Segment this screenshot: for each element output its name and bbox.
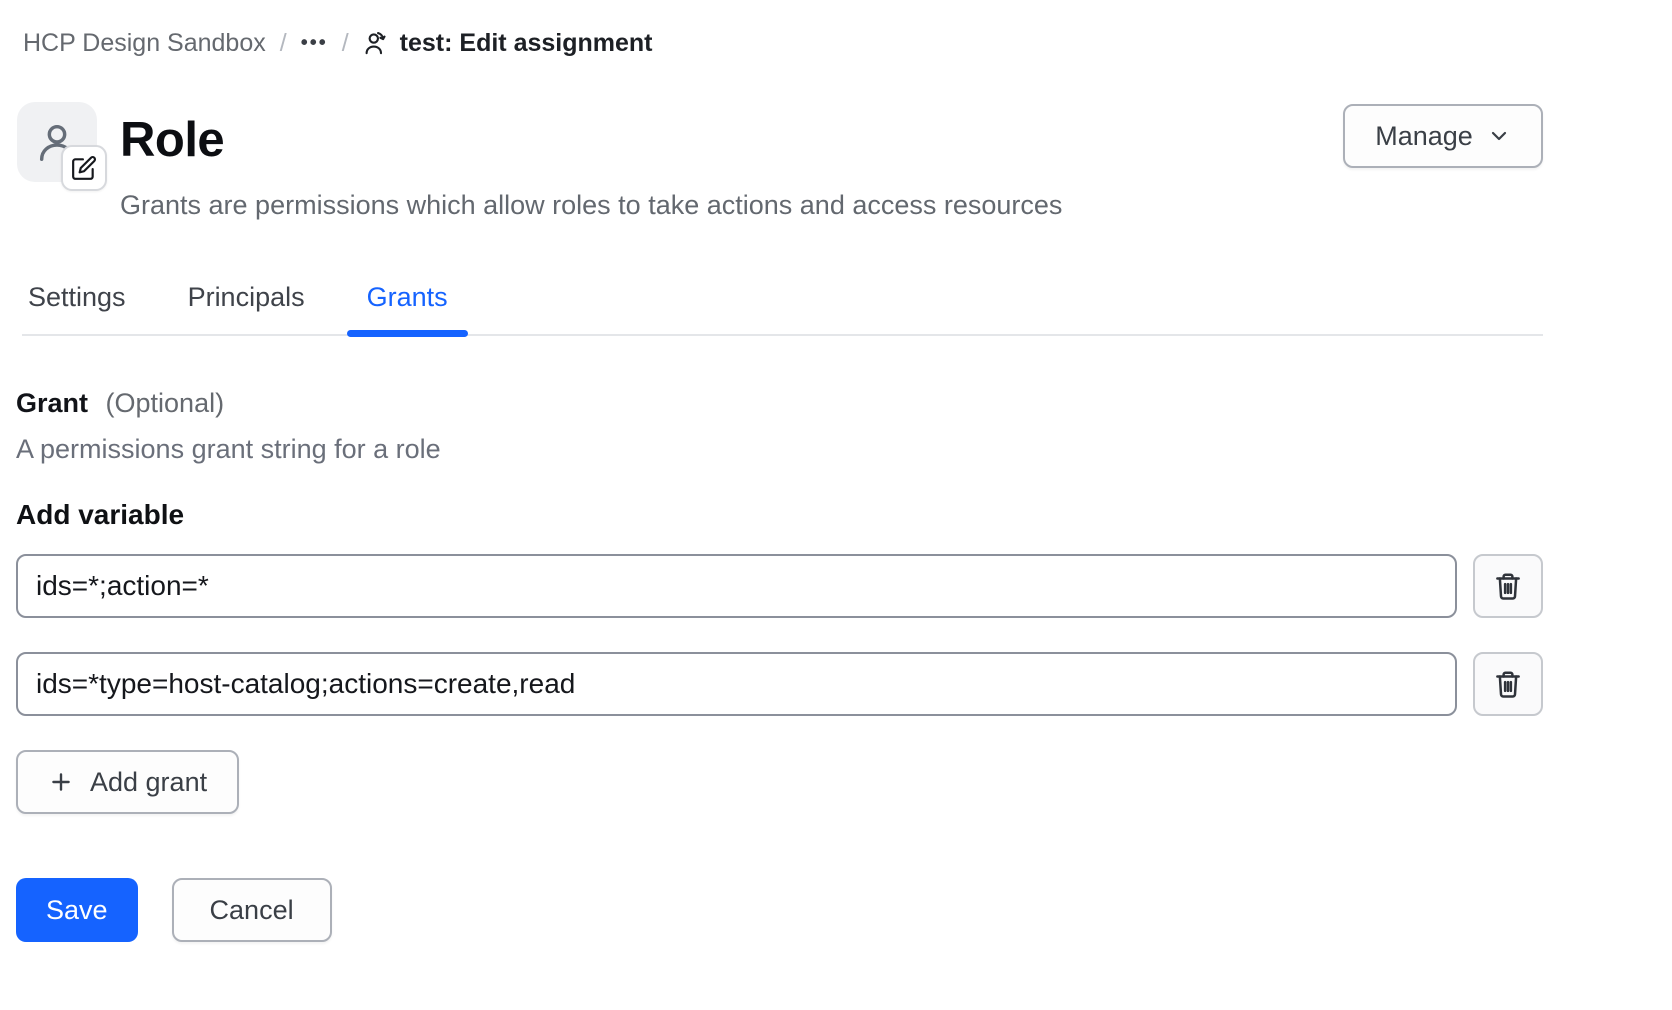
grants-section: Grant (Optional) A permissions grant str… [16, 386, 1543, 814]
edit-avatar-button[interactable] [61, 145, 107, 191]
add-grant-button[interactable]: Add grant [16, 750, 239, 814]
delete-grant-button-2[interactable] [1473, 652, 1543, 716]
cancel-button[interactable]: Cancel [172, 878, 332, 942]
grant-row [16, 652, 1543, 716]
role-user-icon [363, 30, 390, 57]
tab-settings[interactable]: Settings [22, 280, 132, 334]
manage-button[interactable]: Manage [1343, 104, 1543, 168]
breadcrumb-separator: / [280, 28, 287, 58]
trash-icon [1493, 571, 1523, 601]
trash-icon [1493, 669, 1523, 699]
grant-input-1[interactable] [16, 554, 1457, 618]
grant-input-2[interactable] [16, 652, 1457, 716]
form-actions: Save Cancel [16, 878, 1543, 942]
plus-icon [48, 769, 74, 795]
grant-label-row: Grant (Optional) [16, 386, 1543, 420]
manage-button-label: Manage [1375, 121, 1473, 152]
grant-optional-hint: (Optional) [106, 388, 225, 418]
page-title: Role [120, 102, 1343, 178]
tab-principals[interactable]: Principals [182, 280, 311, 334]
add-grant-button-label: Add grant [90, 767, 207, 798]
breadcrumb-item-current[interactable]: test: Edit assignment [363, 28, 653, 58]
tab-bar: Settings Principals Grants [22, 280, 1543, 336]
page-subtitle: Grants are permissions which allow roles… [120, 188, 1343, 222]
breadcrumb-separator: / [342, 28, 349, 58]
role-avatar-wrap [17, 102, 97, 182]
save-button[interactable]: Save [16, 878, 138, 942]
edit-pencil-icon [71, 155, 97, 181]
grant-label: Grant [16, 388, 88, 418]
grant-description: A permissions grant string for a role [16, 432, 1543, 466]
grant-row [16, 554, 1543, 618]
breadcrumb-current-label: test: Edit assignment [400, 28, 653, 58]
breadcrumb-collapsed-menu[interactable]: ••• [301, 28, 328, 58]
role-edit-page: HCP Design Sandbox / ••• / test: Edit as… [0, 0, 1672, 1010]
title-block: Role Grants are permissions which allow … [120, 102, 1343, 222]
tab-grants[interactable]: Grants [361, 280, 454, 334]
chevron-down-icon [1487, 124, 1511, 148]
add-variable-label: Add variable [16, 498, 1543, 532]
delete-grant-button-1[interactable] [1473, 554, 1543, 618]
breadcrumb: HCP Design Sandbox / ••• / test: Edit as… [23, 0, 1543, 58]
breadcrumb-item-org[interactable]: HCP Design Sandbox [23, 28, 266, 58]
page-header: Role Grants are permissions which allow … [16, 102, 1543, 222]
